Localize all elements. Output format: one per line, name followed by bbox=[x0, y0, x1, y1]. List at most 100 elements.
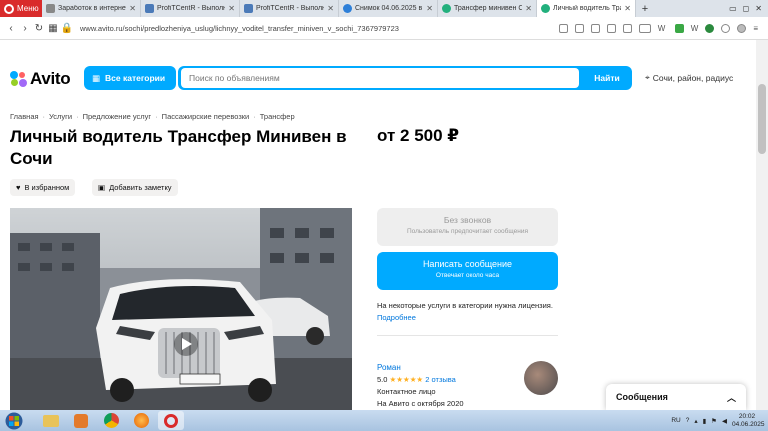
w-extension-icon[interactable]: W bbox=[691, 24, 699, 33]
browser-tab[interactable]: Трансфер минивен Сочи ✕ bbox=[438, 0, 537, 17]
tab-close-icon[interactable]: ✕ bbox=[129, 4, 136, 13]
no-calls-title: Без звонков bbox=[443, 215, 492, 225]
tabs-grid-icon[interactable]: ▦ bbox=[46, 23, 60, 34]
menu-label: Меню bbox=[17, 4, 39, 13]
messages-panel-title: Сообщения bbox=[616, 392, 668, 402]
no-calls-button[interactable]: Без звонков Пользователь предпочитает со… bbox=[377, 208, 558, 246]
breadcrumb-separator: · bbox=[42, 112, 46, 121]
avito-logo[interactable]: Avito bbox=[10, 69, 71, 89]
volume-icon[interactable]: ◀ bbox=[722, 417, 727, 425]
browser-tab-active[interactable]: Личный водитель Трансф ✕ bbox=[537, 0, 636, 17]
license-note-text: На некоторые услуги в категории нужна ли… bbox=[377, 301, 553, 310]
extension-icon[interactable] bbox=[558, 23, 568, 33]
profile-icon[interactable] bbox=[737, 23, 747, 33]
clock[interactable]: 20:02 04.06.2025 bbox=[732, 413, 765, 429]
breadcrumb-separator: · bbox=[155, 112, 158, 121]
extension-icon[interactable] bbox=[574, 23, 584, 33]
seller-reviews-link[interactable]: 2 отзыва bbox=[425, 375, 456, 384]
favorite-button[interactable]: ♥ В избранном bbox=[10, 179, 76, 196]
extension-icon[interactable] bbox=[674, 23, 684, 33]
search-bar: Найти bbox=[178, 66, 632, 90]
tab-favicon-icon bbox=[46, 4, 55, 13]
more-info-link[interactable]: Подробнее bbox=[377, 313, 416, 322]
chevron-up-icon[interactable]: ︿ bbox=[727, 391, 736, 404]
write-message-subtitle: Отвечает около часа bbox=[435, 272, 500, 279]
browser-tab[interactable]: ProfiTCentR - Выполнен ✕ bbox=[141, 0, 240, 17]
avatar[interactable] bbox=[524, 361, 558, 395]
browser-tab[interactable]: Заработок в интернете ✕ bbox=[42, 0, 141, 17]
language-indicator[interactable]: RU bbox=[671, 417, 680, 424]
restore-icon[interactable]: ◻ bbox=[743, 4, 750, 13]
extension-icon[interactable] bbox=[721, 23, 731, 33]
tab-favicon-icon bbox=[541, 4, 550, 13]
all-categories-button[interactable]: ▦ Все категории bbox=[84, 66, 176, 90]
scrollbar-thumb[interactable] bbox=[758, 84, 766, 154]
extension-icon[interactable] bbox=[705, 23, 715, 33]
tab-close-icon[interactable]: ✕ bbox=[426, 4, 433, 13]
tab-favicon-icon bbox=[145, 4, 154, 13]
breadcrumb-item[interactable]: Предложение услуг bbox=[83, 112, 152, 121]
close-window-icon[interactable]: ✕ bbox=[755, 4, 762, 13]
w-extension-icon[interactable]: W bbox=[658, 24, 668, 33]
browser-menu-icon[interactable]: ≡ bbox=[753, 24, 758, 33]
firefox-icon[interactable] bbox=[128, 411, 154, 430]
address-bar: ‹ › ↻ ▦ 🔒 www.avito.ru/sochi/predlozheni… bbox=[0, 17, 768, 40]
help-icon[interactable]: ? bbox=[686, 417, 690, 424]
clock-date: 04.06.2025 bbox=[732, 420, 765, 428]
location-selector[interactable]: ⌖ Сочи, район, радиус bbox=[645, 72, 733, 83]
browser-tab[interactable]: Снимок 04.06.2025 в 18 ✕ bbox=[339, 0, 438, 17]
breadcrumb-item[interactable]: Трансфер bbox=[260, 112, 295, 121]
chrome-icon[interactable] bbox=[98, 411, 124, 430]
tab-close-icon[interactable]: ✕ bbox=[525, 4, 532, 13]
file-explorer-icon[interactable] bbox=[38, 411, 64, 430]
forward-icon[interactable]: › bbox=[18, 23, 32, 34]
tab-title: ProfiTCentR - Выполнен bbox=[256, 5, 324, 12]
opera-icon[interactable] bbox=[158, 411, 184, 430]
camera-icon[interactable] bbox=[590, 23, 600, 33]
note-icon: ▣ bbox=[98, 183, 106, 192]
opera-logo-icon bbox=[4, 3, 14, 14]
license-note: На некоторые услуги в категории нужна ли… bbox=[377, 300, 562, 324]
add-note-button[interactable]: ▣ Добавить заметку bbox=[92, 179, 178, 196]
tab-favicon-icon bbox=[244, 4, 253, 13]
tab-favicon-icon bbox=[442, 4, 451, 13]
back-icon[interactable]: ‹ bbox=[4, 23, 18, 34]
write-message-button[interactable]: Написать сообщение Отвечает около часа bbox=[377, 252, 558, 290]
url-field[interactable]: www.avito.ru/sochi/predlozheniya_uslug/l… bbox=[80, 24, 399, 33]
system-tray: RU ? ▴ ▮ ⚑ ◀ 20:02 04.06.2025 bbox=[671, 413, 768, 429]
browser-menu-button[interactable]: Меню bbox=[0, 0, 42, 17]
browser-tab[interactable]: ProfiTCentR - Выполнен ✕ bbox=[240, 0, 339, 17]
search-input[interactable] bbox=[181, 68, 579, 88]
windows-logo-icon bbox=[5, 412, 23, 429]
new-tab-button[interactable]: + bbox=[636, 0, 654, 17]
minimize-icon[interactable]: ▭ bbox=[729, 4, 737, 13]
avito-dots-icon bbox=[10, 71, 28, 87]
heart-icon[interactable] bbox=[622, 23, 632, 33]
messages-panel[interactable]: Сообщения ︿ bbox=[606, 384, 746, 410]
search-button[interactable]: Найти bbox=[582, 66, 632, 90]
breadcrumb-item[interactable]: Главная bbox=[10, 112, 39, 121]
breadcrumb-item[interactable]: Пассажирские перевозки bbox=[162, 112, 250, 121]
favorite-label: В избранном bbox=[24, 183, 70, 192]
media-player-icon[interactable] bbox=[68, 411, 94, 430]
no-calls-subtitle: Пользователь предпочитает сообщения bbox=[406, 228, 528, 235]
breadcrumb-item[interactable]: Услуги bbox=[49, 112, 72, 121]
page-scrollbar[interactable] bbox=[756, 40, 768, 410]
tab-close-icon[interactable]: ✕ bbox=[624, 4, 631, 13]
tab-favicon-icon bbox=[343, 4, 352, 13]
extension-icon[interactable] bbox=[606, 23, 616, 33]
network-icon[interactable]: ▮ bbox=[703, 417, 707, 425]
flag-icon[interactable]: ⚑ bbox=[711, 417, 717, 425]
location-label: Сочи, район, радиус bbox=[652, 72, 734, 83]
tray-icon[interactable]: ▴ bbox=[694, 417, 697, 425]
download-icon[interactable] bbox=[638, 23, 651, 33]
start-button[interactable] bbox=[0, 410, 28, 431]
listing-photo[interactable] bbox=[10, 208, 352, 410]
tab-close-icon[interactable]: ✕ bbox=[228, 4, 235, 13]
reload-icon[interactable]: ↻ bbox=[32, 23, 46, 34]
minivan-photo-illustration bbox=[10, 208, 352, 410]
categories-icon: ▦ bbox=[92, 72, 101, 83]
tab-close-icon[interactable]: ✕ bbox=[327, 4, 334, 13]
add-note-label: Добавить заметку bbox=[109, 183, 172, 192]
tab-title: Снимок 04.06.2025 в 18 bbox=[355, 5, 423, 12]
